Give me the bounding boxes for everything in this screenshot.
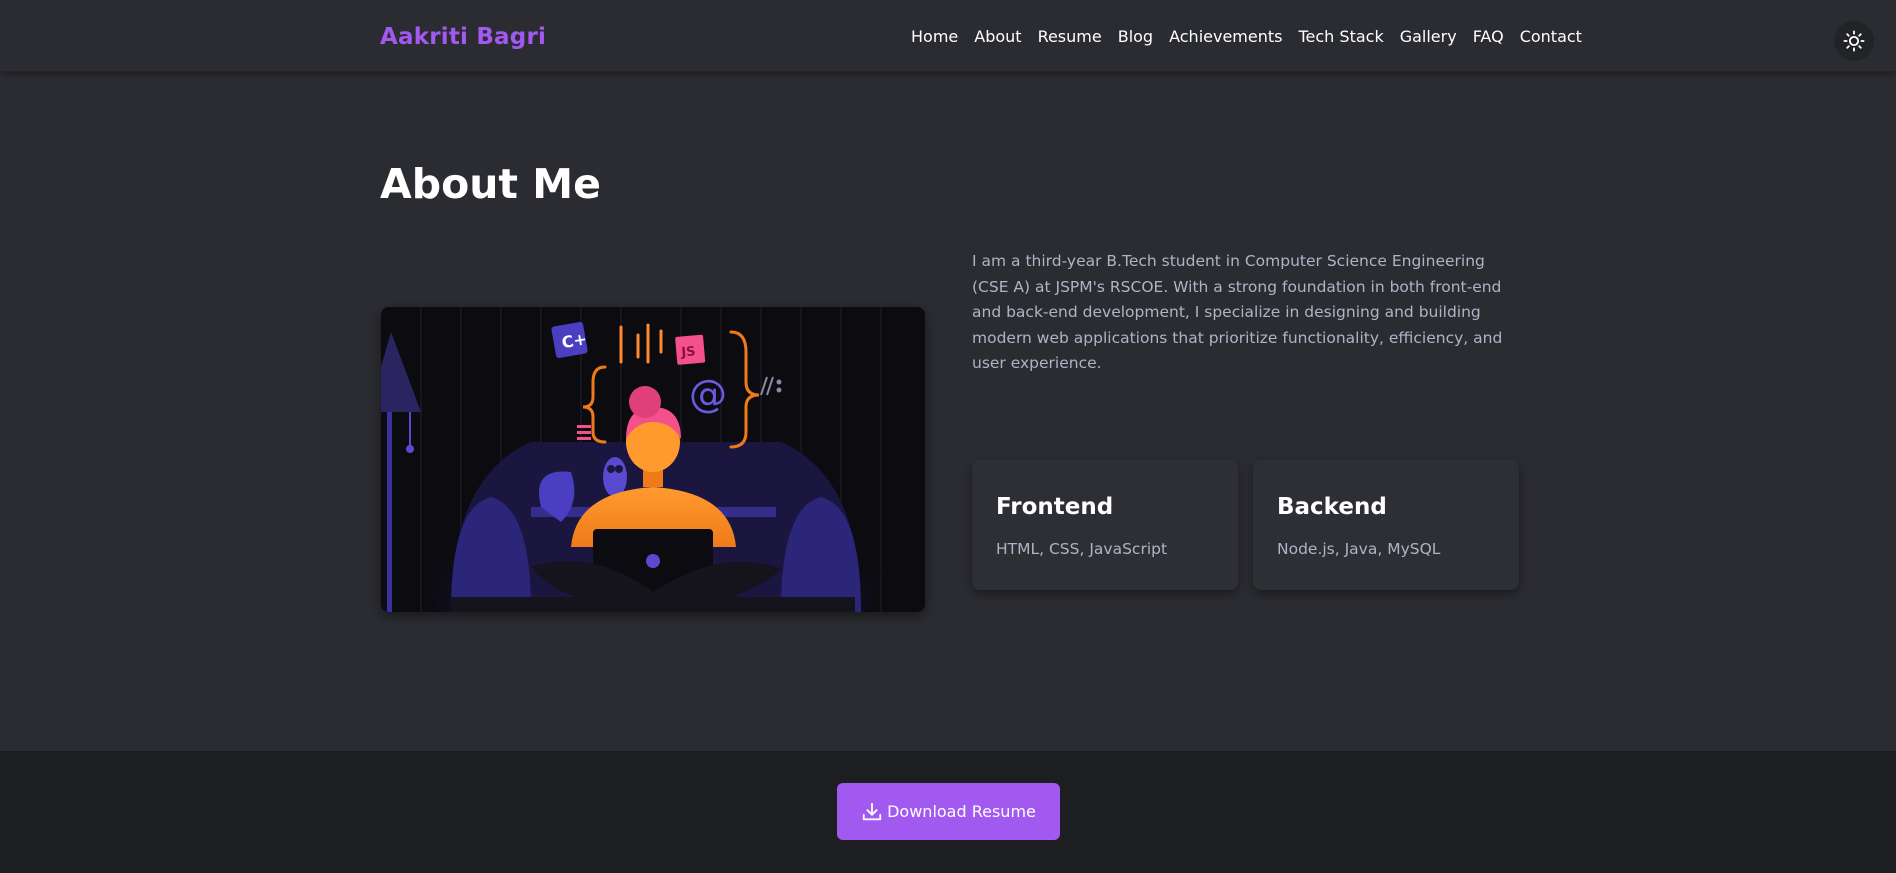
sun-icon (1843, 30, 1865, 52)
frontend-card-text: HTML, CSS, JavaScript (996, 540, 1168, 558)
download-resume-button[interactable]: Download Resume (837, 783, 1060, 840)
brand-logo[interactable]: Aakriti Bagri (380, 24, 546, 50)
nav-home[interactable]: Home (911, 27, 958, 46)
nav-blog[interactable]: Blog (1118, 27, 1153, 46)
page-title: About Me (380, 160, 601, 208)
nav-tech-stack[interactable]: Tech Stack (1298, 27, 1383, 46)
backend-card: Backend Node.js, Java, MySQL (1253, 460, 1519, 590)
download-icon (862, 802, 882, 820)
backend-card-text: Node.js, Java, MySQL (1277, 540, 1441, 558)
frontend-card: Frontend HTML, CSS, JavaScript (972, 460, 1238, 590)
nav-contact[interactable]: Contact (1520, 27, 1582, 46)
theme-toggle-button[interactable] (1834, 21, 1874, 61)
site-header: Aakriti Bagri Home About Resume Blog Ach… (0, 0, 1896, 72)
about-bio: I am a third-year B.Tech student in Comp… (972, 252, 1503, 372)
frontend-card-title: Frontend (996, 494, 1114, 520)
download-resume-label: Download Resume (887, 802, 1036, 821)
nav-achievements[interactable]: Achievements (1169, 27, 1282, 46)
at-sign-text: @ (689, 372, 727, 416)
nav-resume[interactable]: Resume (1038, 27, 1102, 46)
backend-card-title: Backend (1277, 494, 1387, 520)
nav-gallery[interactable]: Gallery (1400, 27, 1457, 46)
nav-about[interactable]: About (974, 27, 1021, 46)
js-logo-text: JS (680, 344, 696, 360)
nav-faq[interactable]: FAQ (1473, 27, 1504, 46)
main-nav: Home About Resume Blog Achievements Tech… (911, 27, 1582, 46)
coder-illustration: C+ JS @ (381, 307, 925, 612)
